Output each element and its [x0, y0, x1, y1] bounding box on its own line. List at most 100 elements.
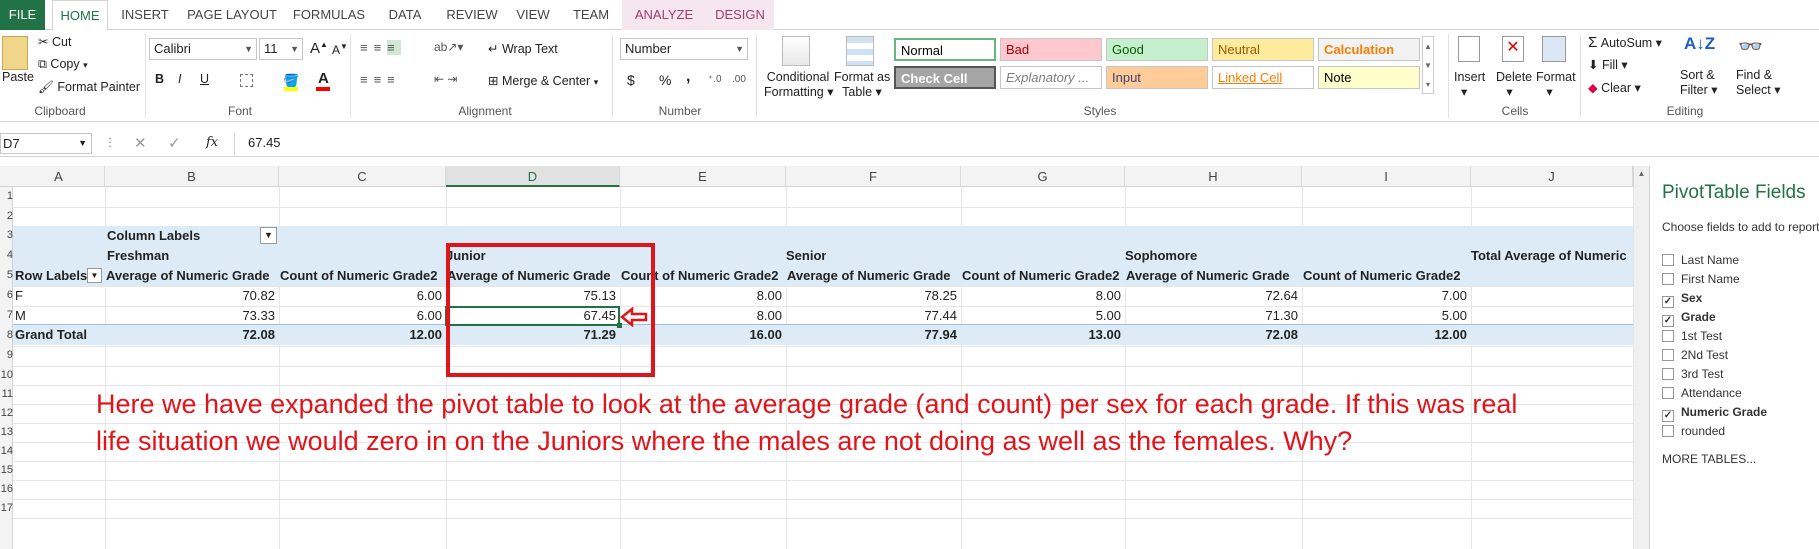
row-header-6[interactable]: 6	[0, 289, 13, 309]
vertical-scrollbar[interactable]: ▲	[1633, 166, 1649, 549]
cut-button[interactable]: ✂ Cut	[38, 34, 71, 49]
row-header-17[interactable]: 17	[0, 502, 13, 521]
row-header-2[interactable]: 2	[0, 210, 13, 229]
format-painter-button[interactable]: 🖌 Format Painter	[38, 80, 140, 95]
field-checkbox[interactable]	[1662, 425, 1674, 437]
find-select-button[interactable]: Find & Select ▾	[1736, 68, 1781, 98]
italic-button[interactable]: I	[178, 72, 181, 86]
field-rounded[interactable]: rounded	[1662, 424, 1725, 438]
column-header-f[interactable]: F	[786, 166, 961, 187]
shrink-font-button[interactable]: A▼	[332, 42, 348, 57]
clear-button[interactable]: ◆ Clear ▾	[1588, 80, 1641, 95]
cell-style-check-cell[interactable]: Check Cell	[894, 66, 996, 89]
pivot-value-cell[interactable]: 12.00	[1302, 325, 1467, 344]
tab-file[interactable]: FILE	[0, 0, 45, 30]
pivot-value-cell[interactable]: 5.00	[1302, 306, 1467, 325]
row-header-12[interactable]: 12	[0, 407, 13, 426]
pivot-value-cell[interactable]: 5.00	[961, 306, 1121, 325]
font-size-combo[interactable]: 11 ▼	[259, 38, 303, 60]
field-first-name[interactable]: First Name	[1662, 272, 1740, 286]
row-header-1[interactable]: 1	[0, 190, 13, 210]
field-3rd-test[interactable]: 3rd Test	[1662, 367, 1723, 381]
pivot-value-cell[interactable]: 77.44	[786, 306, 957, 325]
increase-decimal-icon[interactable]: ⁺.0	[708, 74, 722, 85]
pivot-value-cell[interactable]: 71.30	[1125, 306, 1298, 325]
scroll-up-icon[interactable]: ▲	[1634, 169, 1649, 178]
field-grade[interactable]: ✓ Grade	[1662, 310, 1716, 327]
decrease-decimal-icon[interactable]: .00	[732, 74, 746, 85]
paste-button[interactable]: Paste	[2, 70, 34, 84]
format-cells-button[interactable]: Format ▾	[1536, 70, 1576, 99]
tab-view[interactable]: VIEW	[512, 0, 554, 30]
vertical-align-icons[interactable]: ≡≡≡	[360, 40, 401, 55]
field-checkbox[interactable]	[1662, 273, 1674, 285]
row-header-8[interactable]: 8	[0, 329, 13, 349]
pivot-value-cell[interactable]: 8.00	[961, 286, 1121, 305]
tab-design[interactable]: DESIGN	[708, 0, 772, 30]
pivot-value-cell[interactable]: 6.00	[279, 286, 442, 305]
indent-icons[interactable]: ⇤ ⇥	[434, 72, 457, 86]
insert-function-icon[interactable]: fx	[206, 135, 218, 150]
field-checkbox[interactable]	[1662, 349, 1674, 361]
tab-home[interactable]: HOME	[52, 0, 108, 31]
column-header-g[interactable]: G	[961, 166, 1125, 187]
field-checkbox[interactable]: ✓	[1662, 315, 1674, 327]
tab-insert[interactable]: INSERT	[116, 0, 174, 30]
column-header-b[interactable]: B	[105, 166, 279, 187]
row-header-3[interactable]: 3	[0, 229, 13, 249]
currency-button[interactable]: $	[627, 72, 635, 88]
pivot-value-cell[interactable]: 13.00	[961, 325, 1121, 344]
field-1st-test[interactable]: 1st Test	[1662, 329, 1722, 343]
number-format-combo[interactable]: Number ▼	[620, 38, 748, 60]
cell-style-good[interactable]: Good	[1106, 38, 1208, 61]
cell-style-normal[interactable]: Normal	[894, 38, 996, 61]
tab-formulas[interactable]: FORMULAS	[290, 0, 368, 30]
borders-icon[interactable]	[240, 74, 253, 87]
field-checkbox[interactable]	[1662, 368, 1674, 380]
insert-cells-button[interactable]: Insert ▾	[1454, 70, 1485, 99]
cell-style-neutral[interactable]: Neutral	[1212, 38, 1314, 61]
sort-filter-button[interactable]: Sort & Filter ▾	[1680, 68, 1718, 98]
field-numeric-grade[interactable]: ✓ Numeric Grade	[1662, 405, 1767, 422]
row-header-4[interactable]: 4	[0, 249, 13, 269]
field-checkbox[interactable]: ✓	[1662, 296, 1674, 308]
column-header-j[interactable]: J	[1471, 166, 1633, 187]
tab-analyze[interactable]: ANALYZE	[626, 0, 702, 30]
field-sex[interactable]: ✓ Sex	[1662, 291, 1702, 308]
cell-style-input[interactable]: Input	[1106, 66, 1208, 89]
pivot-value-cell[interactable]: 72.08	[105, 325, 275, 344]
field-checkbox[interactable]: ✓	[1662, 410, 1674, 422]
fill-button[interactable]: ⬇ Fill ▾	[1588, 57, 1628, 72]
bold-button[interactable]: B	[155, 72, 164, 86]
row-labels-filter-icon[interactable]: ▼	[87, 268, 102, 283]
tab-page-layout[interactable]: PAGE LAYOUT	[186, 0, 278, 30]
pivot-value-cell[interactable]: 72.64	[1125, 286, 1298, 305]
more-tables-link[interactable]: MORE TABLES...	[1662, 452, 1756, 466]
pivot-value-cell[interactable]: 7.00	[1302, 286, 1467, 305]
pivot-value-cell[interactable]: 12.00	[279, 325, 442, 344]
field-checkbox[interactable]	[1662, 254, 1674, 266]
underline-button[interactable]: U	[200, 72, 209, 86]
tab-data[interactable]: DATA	[378, 0, 432, 30]
row-header-5[interactable]: 5	[0, 269, 13, 289]
pivot-value-cell[interactable]: 72.08	[1125, 325, 1298, 344]
tab-team[interactable]: TEAM	[566, 0, 616, 30]
column-labels-filter-icon[interactable]: ▼	[260, 227, 277, 244]
row-header-7[interactable]: 7	[0, 309, 13, 329]
styles-gallery-scroll[interactable]: ▲ ▼ ▾	[1422, 36, 1434, 94]
row-header-14[interactable]: 14	[0, 445, 13, 464]
row-header-9[interactable]: 9	[0, 349, 13, 369]
copy-button[interactable]: ⧉ Copy ▾	[38, 57, 88, 72]
autosum-button[interactable]: Σ AutoSum ▾	[1588, 34, 1662, 51]
column-header-a[interactable]: A	[13, 166, 105, 187]
tab-review[interactable]: REVIEW	[442, 0, 502, 30]
percent-button[interactable]: %	[659, 72, 671, 88]
wrap-text-button[interactable]: ↵ Wrap Text	[488, 41, 558, 56]
cell-style-linked-cell[interactable]: Linked Cell	[1212, 66, 1314, 89]
field-checkbox[interactable]	[1662, 330, 1674, 342]
formula-input[interactable]: 67.45	[248, 135, 281, 150]
conditional-formatting-button[interactable]: Conditional Formatting ▾	[764, 70, 834, 100]
cell-style-explanatory[interactable]: Explanatory ...	[1000, 66, 1102, 89]
pivot-value-cell[interactable]: 70.82	[105, 286, 275, 305]
row-header-13[interactable]: 13	[0, 426, 13, 445]
